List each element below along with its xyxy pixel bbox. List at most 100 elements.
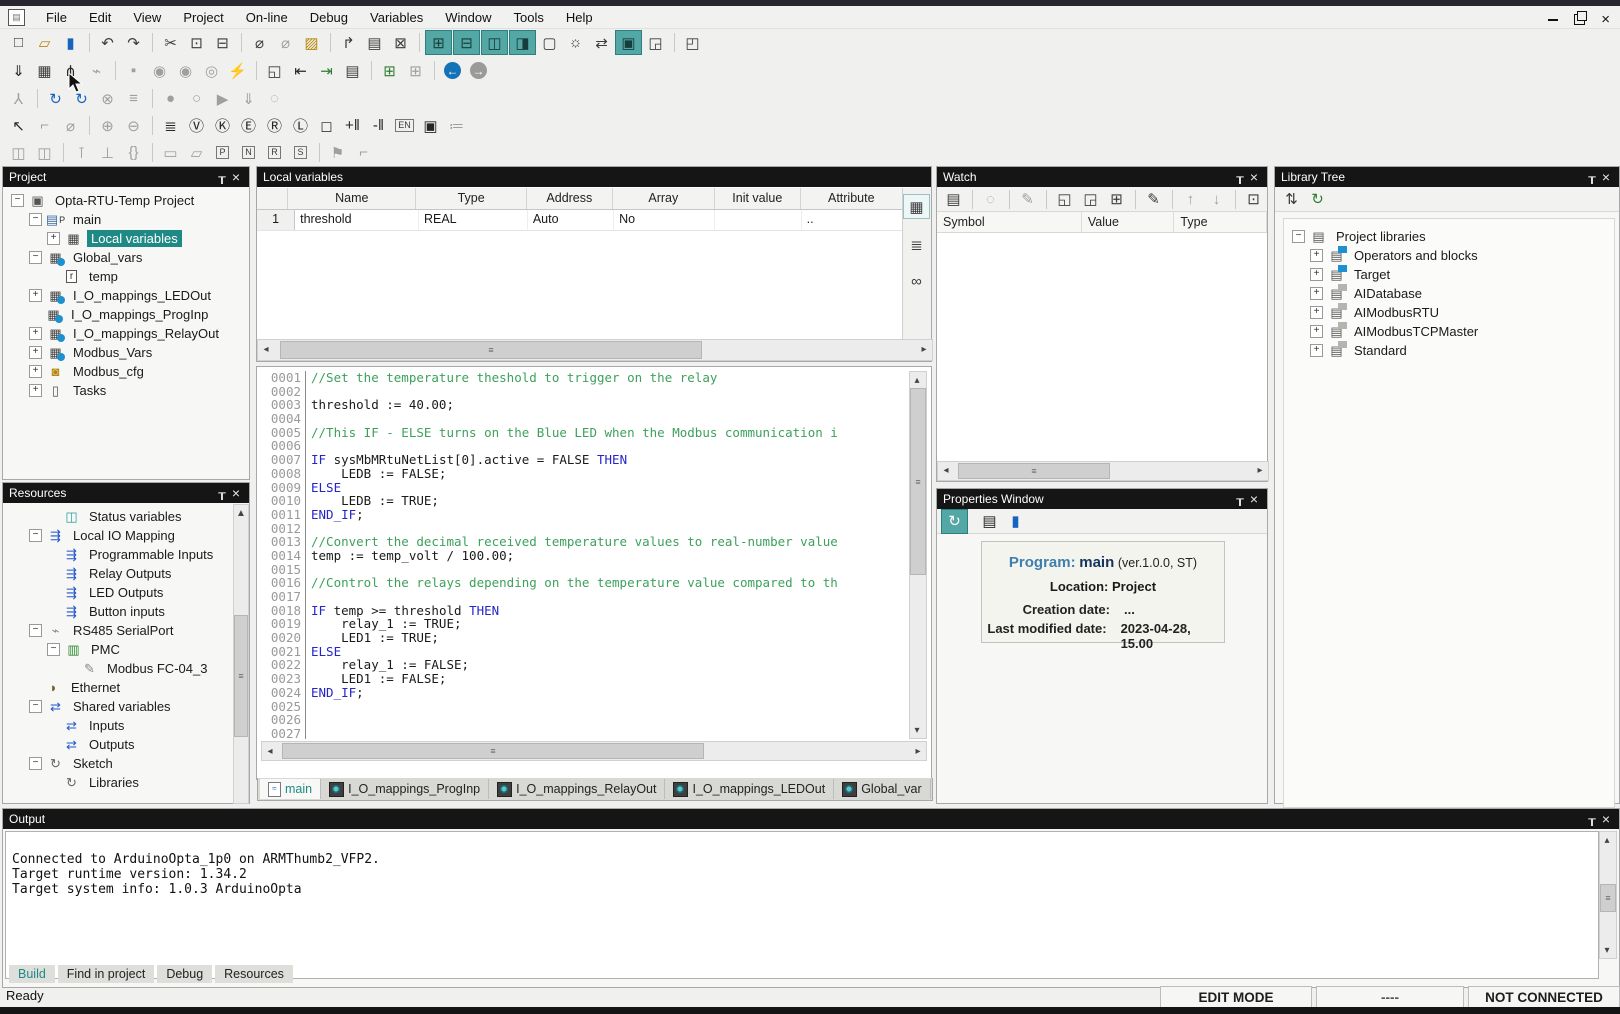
collapse-icon[interactable]: − xyxy=(11,194,24,207)
find-icon[interactable]: ⌀ xyxy=(247,31,272,54)
editor-tab-main[interactable]: ≈main xyxy=(260,779,321,799)
close-icon[interactable]: × xyxy=(1599,171,1613,183)
find-next-icon[interactable]: ⌀ xyxy=(273,31,298,54)
restore-icon[interactable] xyxy=(1574,14,1585,25)
watch-open-list-icon[interactable]: ◱ xyxy=(1052,188,1077,211)
output-tab-build[interactable]: Build xyxy=(9,965,55,983)
branch-corner-icon[interactable]: ⌐ xyxy=(351,141,376,164)
contact-open-icon[interactable]: ▭ xyxy=(158,141,183,164)
project-item-opta-rtu-temp-project[interactable]: −▣Opta-RTU-Temp Project xyxy=(3,191,249,210)
menu-online[interactable]: On-line xyxy=(235,8,299,27)
code-line[interactable]: 0015 xyxy=(261,563,893,577)
print-preview-icon[interactable]: ⊠ xyxy=(388,31,413,54)
menu-variables[interactable]: Variables xyxy=(359,8,434,27)
cell-type[interactable]: REAL xyxy=(419,210,528,230)
close-icon[interactable]: × xyxy=(1247,493,1261,505)
code-line[interactable]: 0001//Set the temperature theshold to tr… xyxy=(261,371,893,385)
animate-board-icon[interactable]: ⇥ xyxy=(314,59,339,82)
library-item-aimodbusrtu[interactable]: +▤AIModbusRTU xyxy=(1284,303,1614,322)
code-line[interactable]: 0008 LEDB := FALSE; xyxy=(261,467,893,481)
hot-restart-icon[interactable]: ◎ xyxy=(199,59,224,82)
simulation-icon[interactable]: ◱ xyxy=(262,59,287,82)
toggle-output-window-icon[interactable]: ⊟ xyxy=(453,30,480,55)
save-icon[interactable]: ▮ xyxy=(1003,510,1028,533)
project-item-i-o-mappings-ledout[interactable]: +▦I_O_mappings_LEDOut xyxy=(3,286,249,305)
close-icon[interactable]: × xyxy=(1601,15,1610,25)
block-e-icon[interactable]: Ⓔ xyxy=(236,114,261,137)
function-block-1-icon[interactable]: ◫ xyxy=(6,141,31,164)
grid-icon[interactable]: ⊞ xyxy=(403,59,428,82)
block-r-icon[interactable]: Ⓡ xyxy=(262,114,287,137)
flag-icon[interactable]: ⚑ xyxy=(325,141,350,164)
menu-help[interactable]: Help xyxy=(555,8,604,27)
resources-item-libraries[interactable]: ↻Libraries xyxy=(3,773,249,792)
branch-down-icon[interactable]: ⊥ xyxy=(95,141,120,164)
menu-project[interactable]: Project xyxy=(172,8,234,27)
resources-item-button-inputs[interactable]: ⇶Button inputs xyxy=(3,602,249,621)
scrollbar-thumb[interactable]: ≡ xyxy=(282,743,704,759)
cold-restart-icon[interactable]: ◉ xyxy=(147,59,172,82)
expand-icon[interactable]: + xyxy=(29,327,42,340)
menu-view[interactable]: View xyxy=(122,8,172,27)
navigate-forward-icon[interactable]: → xyxy=(466,59,491,82)
library-item-standard[interactable]: +▤Standard xyxy=(1284,341,1614,360)
library-item-project-libraries[interactable]: −▤Project libraries xyxy=(1284,227,1614,246)
menu-debug[interactable]: Debug xyxy=(299,8,359,27)
resources-item-sketch[interactable]: −↻Sketch xyxy=(3,754,249,773)
scroll-up-icon[interactable]: ▴ xyxy=(1599,832,1615,848)
play-icon[interactable]: ▶ xyxy=(210,87,235,110)
run-icon[interactable]: ⚡ xyxy=(225,59,250,82)
code-line[interactable]: 0016//Control the relays depending on th… xyxy=(261,576,893,590)
new-network-icon[interactable]: ≣ xyxy=(158,114,183,137)
code-line[interactable]: 0024END_IF; xyxy=(261,686,893,700)
close-icon[interactable]: × xyxy=(1247,171,1261,183)
undo-icon[interactable]: ↶ xyxy=(95,31,120,54)
resources-item-pmc[interactable]: −▥PMC xyxy=(3,640,249,659)
halt-icon[interactable]: ▪ xyxy=(121,59,146,82)
scroll-right-icon[interactable]: ▸ xyxy=(916,341,932,357)
project-item-modbus-cfg[interactable]: +◙Modbus_cfg xyxy=(3,362,249,381)
menu-file[interactable]: File xyxy=(35,8,78,27)
resources-item-led-outputs[interactable]: ⇶LED Outputs xyxy=(3,583,249,602)
watch-add-list-icon[interactable]: ⊞ xyxy=(1104,188,1129,211)
expand-icon[interactable]: + xyxy=(29,346,42,359)
scroll-up-icon[interactable]: ▴ xyxy=(909,372,925,388)
paste-icon[interactable]: ⊟ xyxy=(210,31,235,54)
code-line[interactable]: 0022 relay_1 := FALSE; xyxy=(261,658,893,672)
watch-column-symbol[interactable]: Symbol xyxy=(937,212,1082,232)
pin-icon[interactable]: ┰ xyxy=(1585,812,1599,826)
project-item-main[interactable]: −▤Pmain xyxy=(3,210,249,229)
add-contact-after-icon[interactable]: +‖ xyxy=(340,114,365,137)
resources-item-shared-variables[interactable]: −⇄Shared variables xyxy=(3,697,249,716)
pin-icon[interactable]: ┰ xyxy=(1585,170,1599,184)
editor-tab-global-var[interactable]: Global_var xyxy=(834,779,930,799)
scroll-down-icon[interactable]: ▾ xyxy=(1599,942,1615,958)
code-line[interactable]: 0002 xyxy=(261,385,893,399)
code-line[interactable]: 0012 xyxy=(261,522,893,536)
scrollbar-thumb[interactable]: ≡ xyxy=(910,388,926,575)
branch-tool-icon[interactable]: ⅄ xyxy=(6,87,31,110)
menu-window[interactable]: Window xyxy=(434,8,502,27)
scrollbar-thumb[interactable]: ≡ xyxy=(958,463,1110,479)
collapse-icon[interactable]: − xyxy=(29,624,42,637)
find-variable-icon[interactable]: ∞ xyxy=(904,270,929,293)
expand-icon[interactable]: + xyxy=(1310,344,1323,357)
resize-window-icon[interactable]: ◰ xyxy=(680,31,705,54)
resources-item-outputs[interactable]: ⇄Outputs xyxy=(3,735,249,754)
code-line[interactable]: 0017 xyxy=(261,590,893,604)
watch-column-value[interactable]: Value xyxy=(1082,212,1175,232)
block-k-icon[interactable]: Ⓚ xyxy=(210,114,235,137)
warm-restart-icon[interactable]: ◉ xyxy=(173,59,198,82)
code-line[interactable]: 0007IF sysMbMRtuNetList[0].active = FALS… xyxy=(261,453,893,467)
expand-icon[interactable]: + xyxy=(1310,325,1323,338)
block-v-icon[interactable]: Ⓥ xyxy=(184,114,209,137)
editor-hscrollbar[interactable]: ◂ ≡ ▸ xyxy=(261,741,927,761)
coil-p-icon[interactable]: P xyxy=(210,141,235,164)
download-code-icon[interactable]: ⇓ xyxy=(6,59,31,82)
project-item-temp[interactable]: rtemp xyxy=(3,267,249,286)
branch-up-icon[interactable]: ⊺ xyxy=(69,141,94,164)
editor-tab-i-o-mappings-proginp[interactable]: I_O_mappings_ProgInp xyxy=(321,779,489,799)
output-tab-debug[interactable]: Debug xyxy=(157,965,212,983)
cell-array[interactable]: No xyxy=(614,210,715,230)
step-into-icon[interactable]: ⇓ xyxy=(236,87,261,110)
